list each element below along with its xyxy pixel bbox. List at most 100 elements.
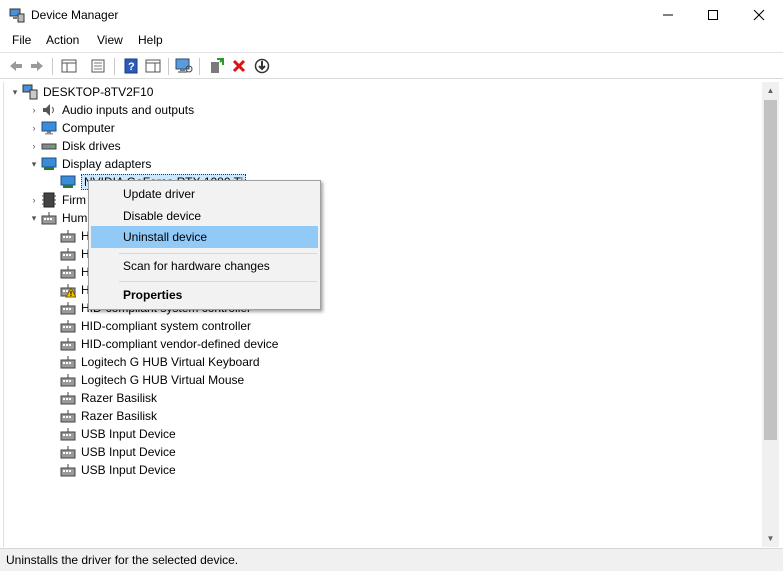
category-label: Computer: [62, 121, 115, 135]
hid-icon: [60, 338, 76, 351]
device-label: USB Input Device: [81, 445, 176, 459]
device-label: HID-compliant vendor-defined device: [81, 337, 279, 351]
expand-chevron-icon[interactable]: ›: [27, 119, 41, 137]
monitor-icon: [41, 121, 57, 135]
tree-category-firmware[interactable]: › Firm: [27, 191, 86, 209]
title-bar: Device Manager: [0, 0, 783, 30]
scroll-down-icon[interactable]: ▼: [762, 530, 779, 547]
back-arrow-icon: [10, 61, 22, 71]
device-label: Logitech G HUB Virtual Mouse: [81, 373, 245, 387]
hid-icon: [60, 248, 76, 261]
menu-bar: File Action View Help: [0, 30, 783, 51]
computer-icon: [22, 84, 38, 100]
show-hide-console-tree-button[interactable]: [59, 57, 79, 75]
hid-icon: [60, 446, 76, 459]
category-label: Hum: [62, 211, 88, 225]
tree-device-hid[interactable]: USB Input Device: [46, 425, 176, 443]
tree-device-hid[interactable]: HID-compliant system controller: [46, 317, 251, 335]
expand-chevron-icon[interactable]: ›: [27, 101, 41, 119]
menu-update-driver[interactable]: Update driver: [91, 183, 318, 205]
uninstall-device-button[interactable]: [229, 57, 249, 75]
toolbar-separator: [199, 58, 200, 75]
hid-icon: [60, 374, 76, 387]
scroll-up-icon[interactable]: ▲: [762, 82, 779, 99]
status-bar: Uninstalls the driver for the selected d…: [0, 548, 783, 571]
menu-scan-hardware[interactable]: Scan for hardware changes: [91, 255, 318, 277]
help-button[interactable]: ?: [121, 57, 141, 75]
device-manager-icon: [9, 8, 25, 23]
device-label: Razer Basilisk: [81, 409, 158, 423]
toolbar: ?: [0, 52, 783, 79]
tree-device-hid[interactable]: Razer Basilisk: [46, 407, 157, 425]
menu-separator: [119, 281, 317, 282]
forward-arrow-icon: [31, 61, 43, 71]
display-adapter-icon: [60, 175, 76, 188]
device-label: Razer Basilisk: [81, 391, 158, 405]
close-button[interactable]: [736, 0, 782, 30]
device-tree: ▾ DESKTOP-8TV2F10 › Audio inputs and out…: [3, 82, 762, 547]
device-label: Logitech G HUB Virtual Keyboard: [81, 355, 260, 369]
hid-icon: [60, 428, 76, 441]
minimize-button[interactable]: [645, 0, 691, 30]
menu-help[interactable]: Help: [138, 33, 163, 47]
scroll-thumb[interactable]: [764, 100, 777, 440]
status-text: Uninstalls the driver for the selected d…: [6, 553, 239, 567]
tree-device-hid[interactable]: Logitech G HUB Virtual Mouse: [46, 371, 244, 389]
expand-chevron-icon[interactable]: ›: [27, 137, 41, 155]
tree-device-hid[interactable]: USB Input Device: [46, 461, 176, 479]
toolbar-separator: [168, 58, 169, 75]
toolbar-separator: [52, 58, 53, 75]
forward-button[interactable]: [27, 57, 47, 75]
disable-device-icon: [254, 58, 270, 74]
menu-uninstall-device[interactable]: Uninstall device: [91, 226, 318, 248]
vertical-scrollbar[interactable]: ▲ ▼: [762, 82, 779, 547]
category-label: Disk drives: [62, 139, 121, 153]
show-hide-console-tree-icon: [61, 59, 77, 73]
properties-button[interactable]: [88, 57, 108, 75]
back-button[interactable]: [6, 57, 26, 75]
menu-action[interactable]: Action: [46, 33, 79, 47]
hid-warning-icon: [60, 284, 76, 298]
display-adapter-icon: [41, 157, 57, 170]
tree-device-hid[interactable]: USB Input Device: [46, 443, 176, 461]
action-pane-button[interactable]: [143, 57, 163, 75]
menu-view[interactable]: View: [97, 33, 123, 47]
tree-category-display-adapters[interactable]: ▾ Display adapters: [27, 155, 152, 173]
category-label: Firm: [62, 193, 86, 207]
tree-device-hid[interactable]: Razer Basilisk: [46, 389, 157, 407]
hid-icon: [60, 410, 76, 423]
tree-device-hid[interactable]: HID-compliant vendor-defined device: [46, 335, 278, 353]
tree-device-hid[interactable]: Logitech G HUB Virtual Keyboard: [46, 353, 260, 371]
disable-device-button[interactable]: [252, 57, 272, 75]
menu-file[interactable]: File: [12, 33, 31, 47]
close-icon: [753, 9, 765, 21]
scan-hardware-button[interactable]: [174, 57, 194, 75]
firmware-icon: [42, 192, 56, 208]
menu-disable-device[interactable]: Disable device: [91, 205, 318, 227]
expand-chevron-icon[interactable]: ›: [27, 191, 41, 209]
collapse-chevron-icon[interactable]: ▾: [8, 83, 22, 101]
collapse-chevron-icon[interactable]: ▾: [27, 209, 41, 227]
menu-properties[interactable]: Properties: [91, 284, 318, 306]
update-driver-button[interactable]: [206, 57, 226, 75]
maximize-button[interactable]: [690, 0, 736, 30]
category-label: Display adapters: [62, 157, 152, 171]
category-label: Audio inputs and outputs: [62, 103, 195, 117]
tree-category-computer[interactable]: › Computer: [27, 119, 115, 137]
hid-icon: [60, 320, 76, 333]
tree-category-audio[interactable]: › Audio inputs and outputs: [27, 101, 195, 119]
tree-root[interactable]: ▾ DESKTOP-8TV2F10: [8, 83, 153, 101]
tree-category-disk-drives[interactable]: › Disk drives: [27, 137, 121, 155]
menu-separator: [119, 253, 317, 254]
collapse-chevron-icon[interactable]: ▾: [27, 155, 41, 173]
tree-category-hid[interactable]: ▾ Hum: [27, 209, 88, 227]
